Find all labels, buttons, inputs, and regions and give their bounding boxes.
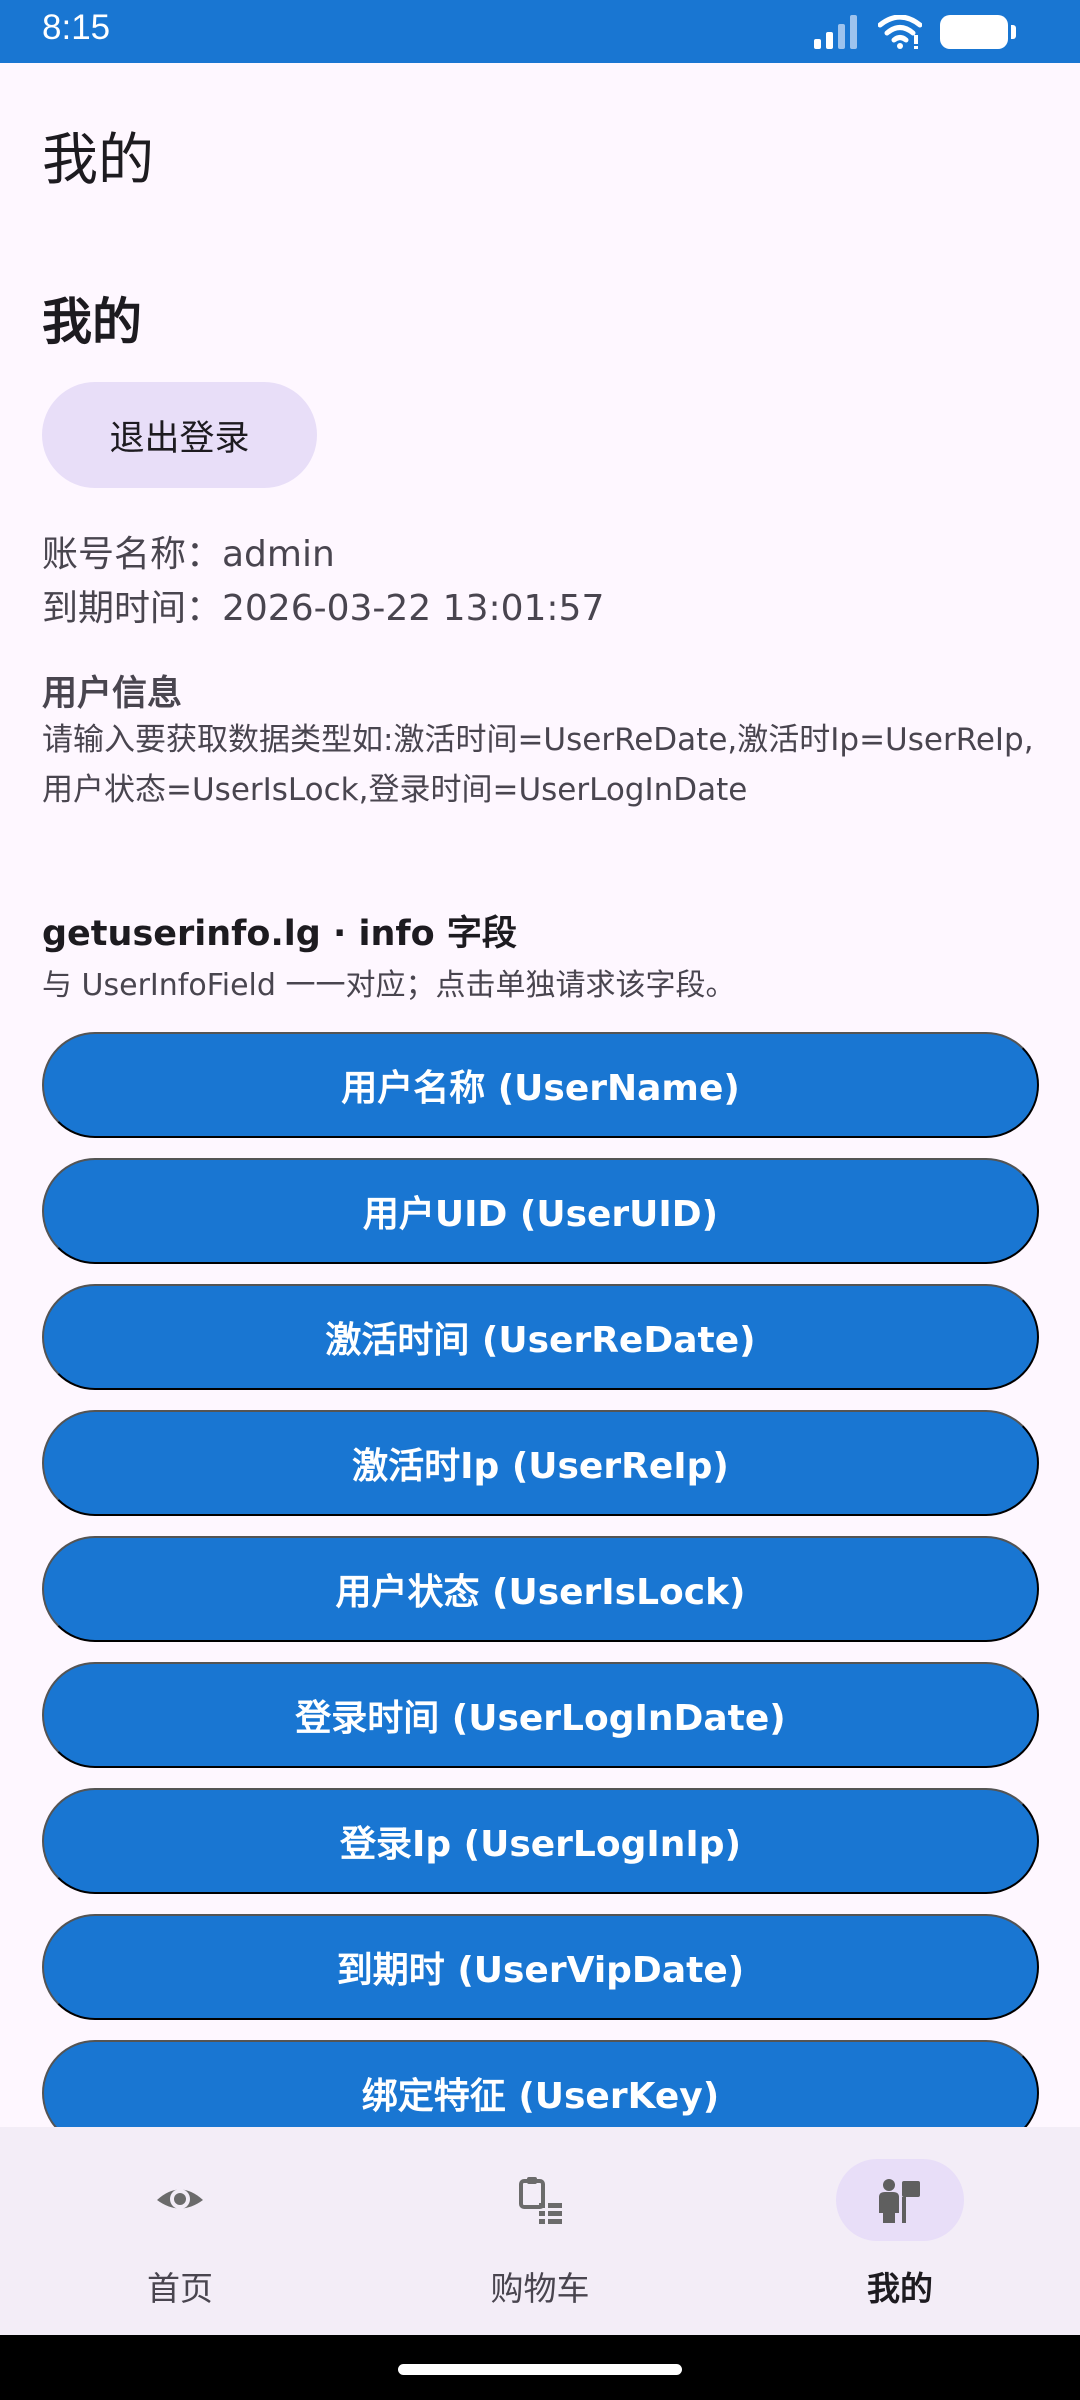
field-button-useruid[interactable]: 用户UID (UserUID) <box>42 1158 1039 1264</box>
field-button-userreip[interactable]: 激活时Ip (UserReIp) <box>42 1410 1039 1516</box>
status-bar: 8:15 <box>0 0 1080 63</box>
expiry-time: 到期时间：2026-03-22 13:01:57 <box>42 588 605 629</box>
wifi-icon <box>878 15 922 49</box>
battery-icon <box>940 15 1016 49</box>
field-button-userislock[interactable]: 用户状态 (UserIsLock) <box>42 1536 1039 1642</box>
field-button-username[interactable]: 用户名称 (UserName) <box>42 1032 1039 1138</box>
bottom-navigation: 首页 购物车 我的 <box>0 2127 1080 2335</box>
user-info-title: 用户信息 <box>42 674 183 714</box>
section-title: 我的 <box>42 293 142 351</box>
account-name: 账号名称：admin <box>42 534 335 575</box>
signal-icon <box>814 15 857 49</box>
nav-item-cart[interactable]: 购物车 <box>360 2127 720 2335</box>
field-button-userloginip[interactable]: 登录Ip (UserLogInIp) <box>42 1788 1039 1894</box>
status-time: 8:15 <box>42 8 111 47</box>
field-button-userkey[interactable]: 绑定特征 (UserKey) <box>42 2040 1039 2127</box>
nav-item-home[interactable]: 首页 <box>0 2127 360 2335</box>
field-button-userlogindate[interactable]: 登录时间 (UserLogInDate) <box>42 1662 1039 1768</box>
fields-title: getuserinfo.lg · info 字段 <box>42 914 517 954</box>
nav-label-home: 首页 <box>147 2269 213 2308</box>
field-button-userredate[interactable]: 激活时间 (UserReDate) <box>42 1284 1039 1390</box>
nav-label-cart: 购物车 <box>490 2269 590 2308</box>
logout-button[interactable]: 退出登录 <box>42 382 317 488</box>
nav-label-profile: 我的 <box>867 2269 933 2308</box>
field-button-list: 用户名称 (UserName) 用户UID (UserUID) 激活时间 (Us… <box>42 1032 1039 2127</box>
field-button-uservipdate[interactable]: 到期时 (UserVipDate) <box>42 1914 1039 2020</box>
user-info-description: 请输入要获取数据类型如:激活时间=UserReDate,激活时Ip=UserRe… <box>42 722 1034 808</box>
gesture-handle[interactable] <box>398 2364 682 2375</box>
fields-description: 与 UserInfoField 一一对应；点击单独请求该字段。 <box>42 968 736 1003</box>
status-icons <box>814 12 1016 52</box>
profile-icon <box>879 2179 920 2223</box>
nav-item-profile[interactable]: 我的 <box>720 2127 1080 2335</box>
page-title: 我的 <box>42 128 154 193</box>
eye-icon <box>157 2189 203 2209</box>
cart-list-icon <box>519 2177 562 2224</box>
